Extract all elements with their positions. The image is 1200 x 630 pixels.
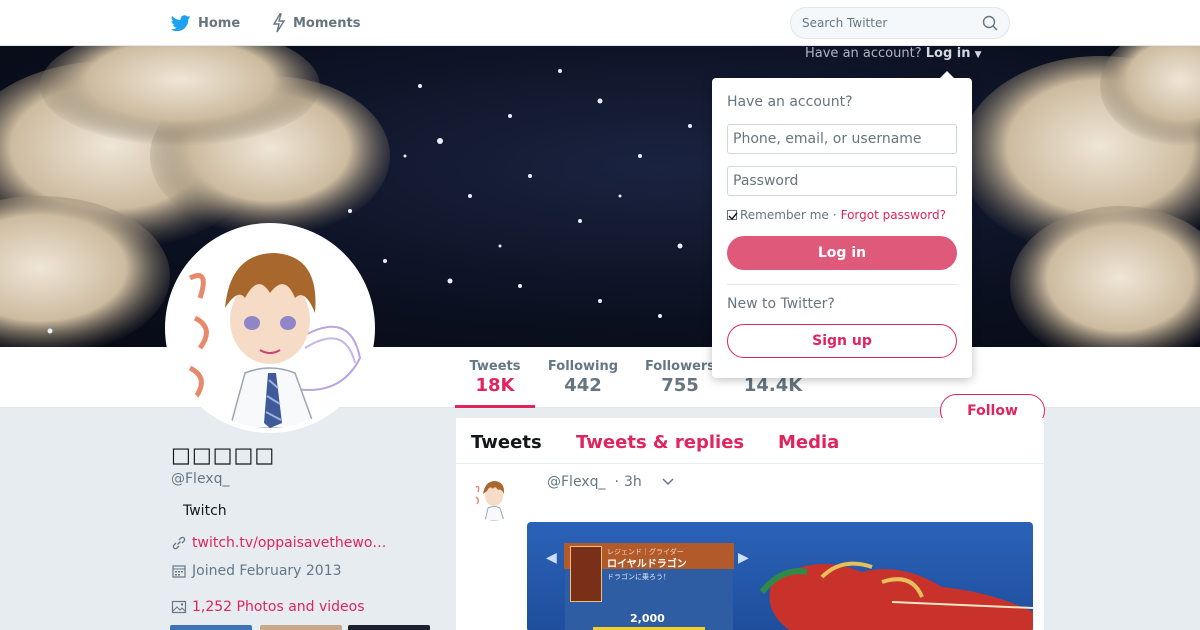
remember-checkbox[interactable] (727, 210, 738, 221)
remember-row: Remember me · Forgot password? (727, 208, 946, 222)
profile-photos-row[interactable]: 1,252 Photos and videos (171, 599, 365, 615)
tweet-separator: · (614, 474, 619, 490)
photo-thumbnail[interactable] (260, 625, 342, 630)
signup-button[interactable]: Sign up (727, 324, 957, 358)
forgot-password-link[interactable]: Forgot password? (841, 208, 946, 222)
lightning-icon (272, 13, 286, 33)
stat-followers-label: Followers (644, 359, 716, 374)
photo-thumbnail[interactable] (170, 625, 252, 630)
remember-separator: · (832, 208, 837, 222)
tweet-avatar[interactable] (471, 475, 517, 521)
login-prompt-link[interactable]: Log in (926, 46, 971, 61)
check-icon (728, 212, 738, 221)
caret-down-icon[interactable]: ▼ (975, 50, 982, 60)
arrow-right-icon: ▶ (738, 550, 749, 566)
tab-tweets[interactable]: Tweets (471, 432, 542, 453)
tab-tweets-replies[interactable]: Tweets & replies (576, 432, 744, 453)
profile-name: □□□□□ (171, 443, 276, 467)
top-navigation: Home Moments (0, 0, 1200, 46)
tweet-header: @Flexq_ · 3h (547, 474, 674, 490)
search-box (790, 7, 1010, 39)
tweet-media-image[interactable]: ◀ ▶ レジェンド｜グライダー ロイヤルドラゴン ドラゴンに乗ろう！ 2,000 (527, 522, 1033, 630)
stat-followers[interactable]: Followers 755 (640, 359, 720, 396)
remember-label[interactable]: Remember me (740, 208, 829, 222)
nav-moments-label: Moments (293, 15, 361, 31)
profile-url[interactable]: twitch.tv/oppaisavethewo… (192, 535, 386, 551)
arrow-left-icon: ◀ (546, 550, 557, 566)
tweet-time[interactable]: 3h (624, 474, 642, 490)
stat-followers-value: 755 (661, 375, 699, 396)
password-field[interactable] (727, 166, 957, 196)
dropdown-divider (727, 284, 957, 285)
profile-joined: Joined February 2013 (192, 563, 342, 579)
stat-following-label: Following (547, 359, 619, 374)
profile-avatar[interactable] (165, 223, 375, 433)
login-dropdown-title: Have an account? (727, 94, 853, 110)
nav-home-label: Home (198, 15, 241, 31)
search-input[interactable] (802, 16, 972, 30)
stat-following[interactable]: Following 442 (543, 359, 623, 396)
profile-photos-link[interactable]: 1,252 Photos and videos (192, 599, 365, 615)
stat-following-value: 442 (564, 375, 602, 396)
image-icon (171, 600, 187, 614)
chevron-down-icon[interactable] (662, 478, 674, 486)
item-description: ドラゴンに乗ろう！ (607, 573, 670, 581)
tweet-author-handle[interactable]: @Flexq_ (547, 474, 605, 490)
profile-url-row[interactable]: twitch.tv/oppaisavethewo… (171, 535, 386, 551)
new-to-twitter-label: New to Twitter? (727, 296, 835, 312)
timeline: Tweets Tweets & replies Media @Flexq_ · … (456, 418, 1044, 630)
profile-handle: @Flexq_ (171, 471, 230, 487)
dragon-glider-image (759, 561, 1033, 630)
timeline-tabs: Tweets Tweets & replies Media (456, 418, 1044, 464)
stat-tweets[interactable]: Tweets 18K (455, 359, 535, 408)
login-prompt-question: Have an account? (805, 46, 922, 61)
login-dropdown: Have an account? Remember me · Forgot pa… (712, 71, 972, 378)
stat-likes-value: 14.4K (743, 375, 803, 396)
stat-tweets-value: 18K (475, 375, 515, 396)
profile-bio: Twitch (183, 503, 227, 519)
twitter-bird-icon (171, 14, 191, 31)
nav-home[interactable]: Home (171, 0, 240, 46)
item-name: ロイヤルドラゴン (607, 559, 687, 570)
username-field[interactable] (727, 124, 957, 154)
link-icon (172, 536, 186, 550)
nav-moments[interactable]: Moments (272, 0, 360, 46)
profile-joined-row: Joined February 2013 (171, 563, 342, 579)
login-prompt: Have an account? Log in ▼ (805, 46, 982, 61)
photo-thumbnail[interactable] (348, 625, 430, 630)
item-image (570, 546, 602, 602)
search-icon[interactable] (982, 15, 998, 31)
login-button[interactable]: Log in (727, 236, 957, 270)
calendar-icon (172, 565, 186, 578)
stat-tweets-label: Tweets (469, 359, 521, 374)
tab-media[interactable]: Media (778, 432, 839, 453)
item-price: 2,000 (630, 612, 665, 625)
